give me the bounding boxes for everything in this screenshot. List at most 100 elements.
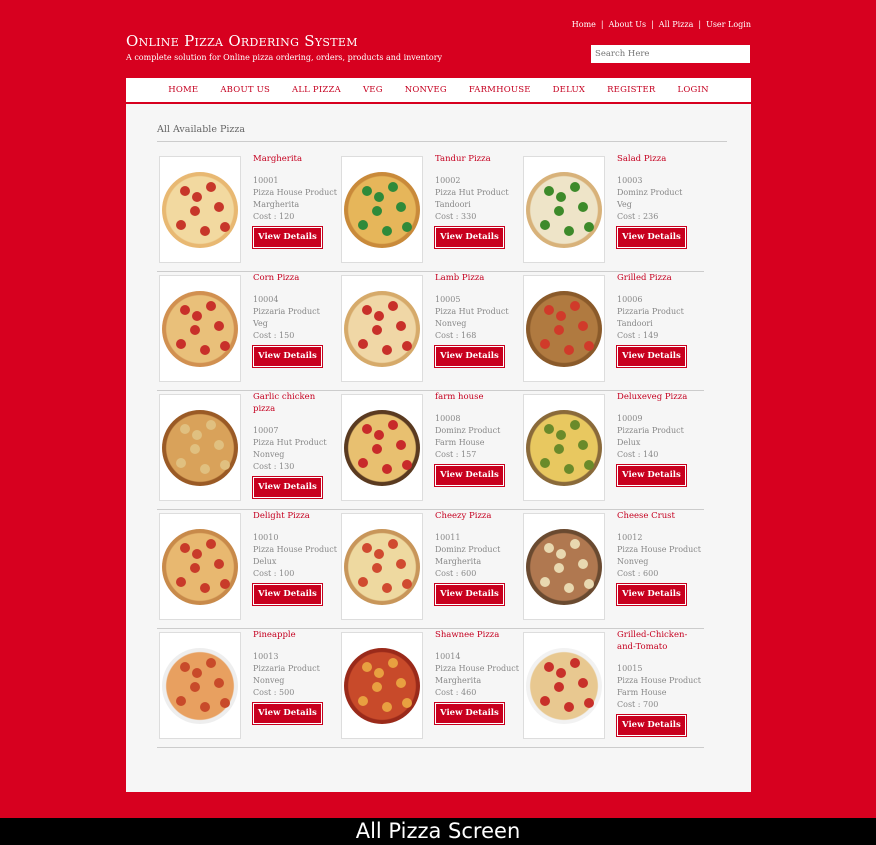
product-name[interactable]: Pineapple — [253, 629, 339, 641]
product-name[interactable]: Garlic chicken pizza — [253, 391, 339, 415]
content-panel: All Available Pizza Margherita 10001 Pizza… — [126, 104, 751, 792]
page-title: All Available Pizza — [157, 124, 246, 135]
product-image[interactable] — [341, 156, 423, 263]
product-row: Pineapple 10013 Pizzaria Product Nonveg Cost… — [157, 629, 704, 748]
product-id: 10004 — [253, 295, 279, 304]
topping — [402, 459, 412, 470]
product-name[interactable]: Tandur Pizza — [435, 153, 521, 165]
pizza-graphic — [526, 528, 602, 605]
view-details-button[interactable]: View Details — [252, 476, 323, 499]
product-image[interactable] — [159, 394, 241, 501]
product-image[interactable] — [341, 632, 423, 739]
view-details-button[interactable]: View Details — [434, 345, 505, 368]
product-category: Margherita — [253, 200, 300, 209]
product-category: Tandoori — [435, 200, 471, 209]
product-name[interactable]: Cheese Crust — [617, 510, 703, 522]
view-details-button[interactable]: View Details — [616, 583, 687, 606]
topping — [570, 538, 580, 549]
topping — [402, 221, 412, 232]
product-name[interactable]: Margherita — [253, 153, 339, 165]
view-details-button[interactable]: View Details — [434, 583, 505, 606]
topping — [200, 701, 210, 712]
topping — [220, 697, 230, 708]
product-category: Margherita — [435, 676, 482, 685]
view-details-button[interactable]: View Details — [252, 583, 323, 606]
topping — [564, 344, 574, 355]
product-info: Pineapple 10013 Pizzaria Product Nonveg Cost… — [252, 629, 339, 725]
pizza-graphic — [344, 171, 420, 248]
view-details-button[interactable]: View Details — [252, 702, 323, 725]
topping — [554, 443, 564, 454]
nav-farmhouse[interactable]: FARMHOUSE — [469, 85, 531, 95]
product-image[interactable] — [159, 632, 241, 739]
topping — [540, 695, 550, 706]
topping — [362, 542, 372, 553]
product-name[interactable]: Corn Pizza — [253, 272, 339, 284]
product-info: Cheese Crust 10012 Pizza House Product Nonv… — [616, 510, 703, 606]
product-name[interactable]: Lamb Pizza — [435, 272, 521, 284]
product-image[interactable] — [159, 513, 241, 620]
product-id: 10011 — [435, 533, 461, 542]
topping — [382, 225, 392, 236]
topping — [362, 304, 372, 315]
product-image[interactable] — [523, 275, 605, 382]
product-image[interactable] — [341, 513, 423, 620]
topping — [402, 697, 412, 708]
product-image[interactable] — [159, 156, 241, 263]
view-details-button[interactable]: View Details — [616, 714, 687, 737]
top-link-all-pizza[interactable]: All Pizza — [659, 20, 694, 29]
view-details-button[interactable]: View Details — [616, 464, 687, 487]
product-image[interactable] — [341, 394, 423, 501]
topping — [540, 576, 550, 587]
nav-login[interactable]: LOGIN — [678, 85, 709, 95]
nav-register[interactable]: REGISTER — [607, 85, 655, 95]
pizza-graphic — [162, 171, 238, 248]
view-details-button[interactable]: View Details — [252, 345, 323, 368]
top-link-about[interactable]: About Us — [609, 20, 646, 29]
nav-home[interactable]: HOME — [168, 85, 198, 95]
product-name[interactable]: Salad Pizza — [617, 153, 703, 165]
view-details-button[interactable]: View Details — [616, 345, 687, 368]
view-details-button[interactable]: View Details — [434, 226, 505, 249]
product-name[interactable]: Grilled-Chicken-and-Tomato — [617, 629, 703, 653]
top-link-home[interactable]: Home — [572, 20, 596, 29]
product-image[interactable] — [159, 275, 241, 382]
product-brand: Pizza House Product — [253, 545, 338, 554]
product-card: Cheese Crust 10012 Pizza House Product Nonv… — [521, 510, 703, 628]
nav-nonveg[interactable]: NONVEG — [405, 85, 447, 95]
search-input[interactable] — [591, 45, 750, 63]
view-details-button[interactable]: View Details — [252, 226, 323, 249]
topping — [396, 201, 406, 212]
product-name[interactable]: Cheezy Pizza — [435, 510, 521, 522]
product-cost: Cost : 140 — [617, 450, 659, 459]
nav-delux[interactable]: DELUX — [553, 85, 585, 95]
view-details-button[interactable]: View Details — [434, 702, 505, 725]
topping — [220, 578, 230, 589]
topping — [544, 423, 554, 434]
product-info: Lamb Pizza 10005 Pizza Hut Product Nonveg Co… — [434, 272, 521, 368]
product-name[interactable]: farm house — [435, 391, 521, 403]
topping — [556, 310, 566, 321]
top-link-user-login[interactable]: User Login — [706, 20, 751, 29]
topping — [396, 677, 406, 688]
nav-veg[interactable]: VEG — [363, 85, 383, 95]
product-name[interactable]: Deluxeveg Pizza — [617, 391, 703, 403]
product-image[interactable] — [523, 394, 605, 501]
product-name[interactable]: Shawnee Pizza — [435, 629, 521, 641]
topping — [382, 344, 392, 355]
topping — [388, 181, 398, 192]
topping — [396, 558, 406, 569]
product-image[interactable] — [523, 632, 605, 739]
view-details-button[interactable]: View Details — [616, 226, 687, 249]
product-image[interactable] — [341, 275, 423, 382]
nav-about-us[interactable]: ABOUT US — [220, 85, 270, 95]
pizza-graphic — [344, 290, 420, 367]
nav-all-pizza[interactable]: ALL PIZZA — [292, 85, 341, 95]
view-details-button[interactable]: View Details — [434, 464, 505, 487]
product-name[interactable]: Delight Pizza — [253, 510, 339, 522]
product-category: Nonveg — [435, 319, 467, 328]
product-image[interactable] — [523, 513, 605, 620]
product-image[interactable] — [523, 156, 605, 263]
product-id: 10012 — [617, 533, 643, 542]
product-name[interactable]: Grilled Pizza — [617, 272, 703, 284]
